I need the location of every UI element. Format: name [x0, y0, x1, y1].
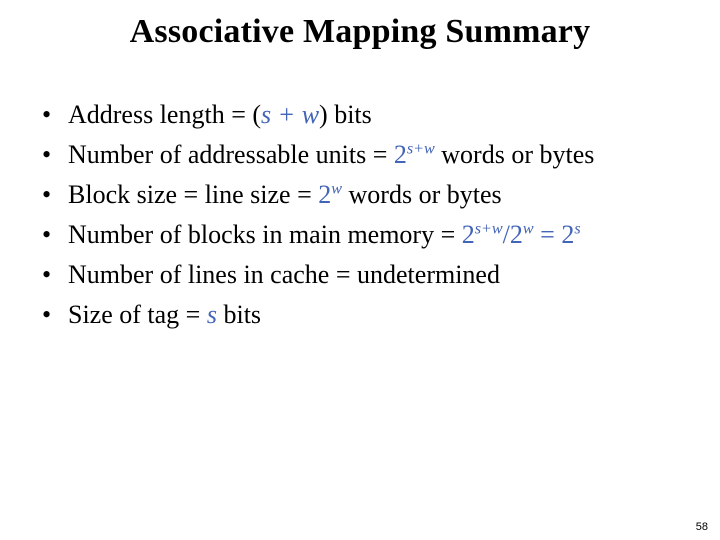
math-variable: w	[301, 100, 320, 129]
bullet-point-icon: •	[42, 260, 52, 289]
bullet-item-address-length: • Address length = (s + w) bits	[38, 96, 706, 134]
math-superscript: s+w	[406, 140, 435, 158]
slide-canvas: Associative Mapping Summary • Address len…	[0, 0, 720, 540]
bullet-text-segment: Size of tag =	[68, 300, 207, 329]
math-term: 2	[509, 220, 523, 249]
bullet-text: Address length = (s + w) bits	[68, 96, 706, 134]
math-term: 2	[561, 220, 575, 249]
math-superscript: s	[574, 220, 581, 238]
bullet-item-number-of-addressable-units: • Number of addressable units = 2s+w word…	[38, 136, 706, 174]
bullet-text: Number of lines in cache = undetermined	[68, 256, 706, 294]
bullet-text-segment: Number of blocks in main memory =	[68, 220, 462, 249]
bullet-text: Number of addressable units = 2s+w words…	[68, 136, 706, 174]
math-term: =	[533, 220, 562, 249]
bullet-text-segment: Number of addressable units =	[68, 140, 394, 169]
bullet-point-icon: •	[42, 220, 52, 249]
math-term: 2	[461, 220, 475, 249]
bullet-item-number-of-blocks-in-main-memory: • Number of blocks in main memory = 2s+w/…	[38, 216, 706, 254]
bullet-point-icon: •	[42, 100, 52, 129]
math-superscript: w	[522, 220, 534, 238]
bullet-point-icon: •	[42, 140, 52, 169]
bullet-item-number-of-lines-in-cache: • Number of lines in cache = undetermined	[38, 256, 706, 294]
bullet-text: Number of blocks in main memory = 2s+w/2…	[68, 216, 706, 254]
page-title: Associative Mapping Summary	[129, 13, 591, 50]
bullet-text: Size of tag = s bits	[68, 296, 706, 334]
math-variable: s	[206, 300, 217, 329]
bullet-text-segment: bits	[216, 300, 262, 329]
bullet-point-icon: •	[42, 300, 52, 329]
bullet-text-segment: words or bytes	[342, 180, 502, 209]
bullet-text-segment: words or bytes	[434, 140, 595, 169]
bullet-text-segment: ) bits	[319, 100, 372, 129]
math-term: 2	[318, 180, 332, 209]
bullet-item-size-of-tag: • Size of tag = s bits	[38, 296, 706, 334]
math-term: /	[502, 220, 510, 249]
bullet-point-icon: •	[42, 180, 52, 209]
math-term: 2	[393, 140, 407, 169]
math-variable: s	[261, 100, 272, 129]
math-superscript: s+w	[474, 220, 503, 238]
bullet-text-segment: Number of lines in cache = undetermined	[68, 260, 500, 289]
page-number: 58	[695, 521, 708, 533]
bullet-list: • Address length = (s + w) bits • Number of…	[38, 96, 706, 336]
bullet-text-segment: Block size = line size =	[68, 180, 319, 209]
bullet-text: Block size = line size = 2w words or byt…	[68, 176, 706, 214]
math-variable: +	[271, 100, 302, 129]
bullet-item-block-size: • Block size = line size = 2w words or by…	[38, 176, 706, 214]
math-superscript: w	[331, 180, 343, 198]
bullet-text-segment: Address length = (	[68, 100, 262, 129]
